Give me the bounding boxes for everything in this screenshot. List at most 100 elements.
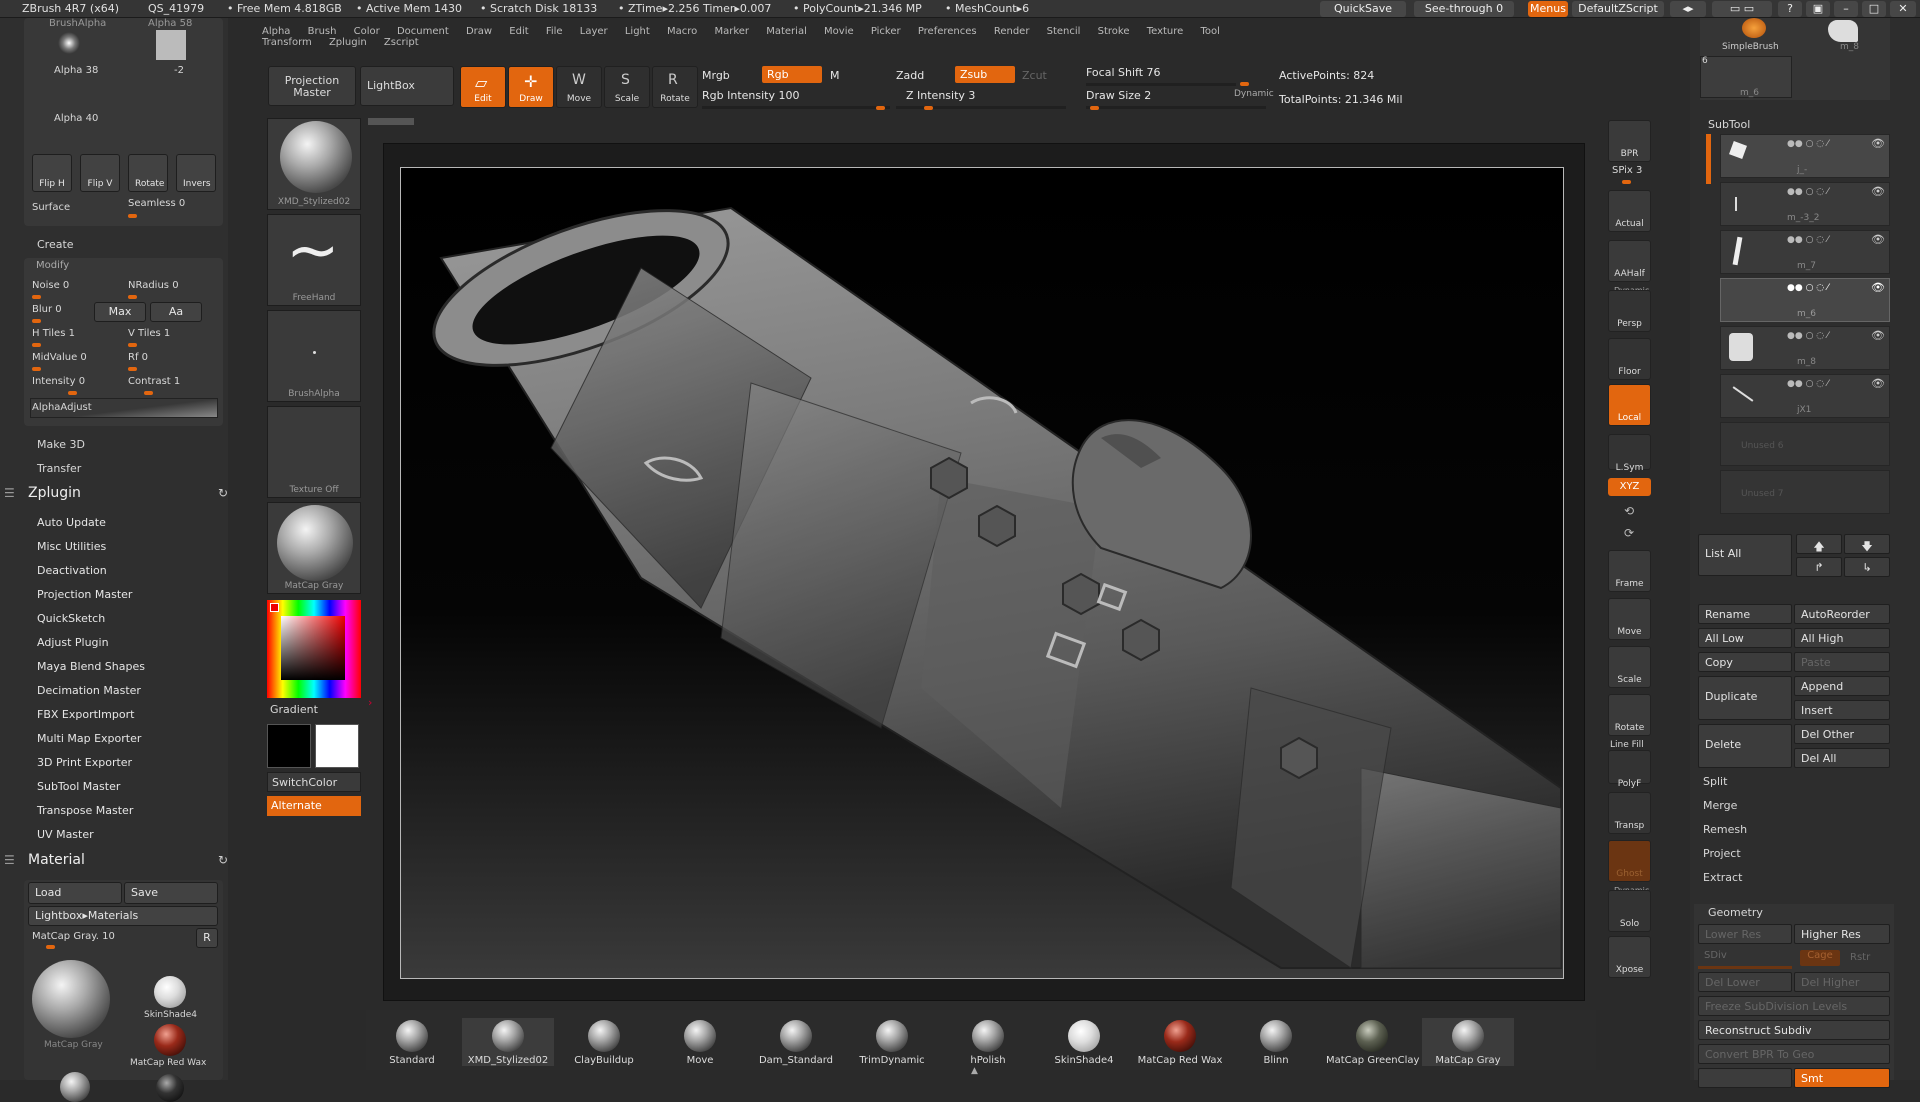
rstr-button[interactable]: Rstr [1850, 952, 1870, 963]
skinshade-thumb[interactable] [154, 976, 186, 1008]
floor-button[interactable]: Floor [1608, 338, 1651, 380]
subtool-row[interactable]: ●● ○ ◌ ⁄ 👁 j_- [1720, 134, 1890, 178]
v-tiles-slider[interactable]: V Tiles 1 [128, 328, 170, 339]
rgb-intensity-track[interactable] [702, 106, 890, 109]
menu-item[interactable]: Light [625, 26, 650, 37]
rgb-intensity-knob[interactable] [876, 106, 885, 110]
autoreorder-button[interactable]: AutoReorder [1794, 604, 1890, 624]
eye-icon[interactable]: 👁 [1871, 377, 1885, 390]
alpha-slot[interactable]: BrushAlpha [267, 310, 361, 402]
shelf-brush-trimdynamic[interactable]: TrimDynamic [846, 1018, 938, 1066]
subtool-row[interactable]: ●● ○ ◌ ⁄ 👁 jX1 [1720, 374, 1890, 418]
zplugin-item[interactable]: Multi Map Exporter [37, 732, 141, 745]
visibility-toggles-icon[interactable]: ●● ○ ◌ ⁄ [1787, 187, 1829, 197]
noise-slider[interactable]: Noise 0 [32, 280, 69, 291]
duplicate-button[interactable]: Duplicate [1698, 676, 1792, 720]
intensity-slider[interactable]: Intensity 0 [32, 376, 85, 387]
menu-item[interactable]: Document [397, 26, 449, 37]
cage-button[interactable]: Cage [1800, 950, 1840, 966]
mrgb-button[interactable]: Mrgb [702, 69, 730, 82]
rf-slider[interactable]: Rf 0 [128, 352, 148, 363]
convert-bpr-button[interactable]: Convert BPR To Geo [1698, 1044, 1890, 1064]
delete-button[interactable]: Delete [1698, 724, 1792, 768]
lock-icon[interactable]: ▣ [1806, 1, 1830, 17]
del-higher-button[interactable]: Del Higher [1794, 972, 1890, 992]
ghost-button[interactable]: Ghost [1608, 840, 1651, 882]
shelf-material-greenclay[interactable]: MatCap GreenClay [1326, 1018, 1419, 1066]
matcap-slider-knob[interactable] [46, 945, 55, 949]
persp-button[interactable]: Persp [1608, 290, 1651, 332]
visibility-toggles-icon[interactable]: ●● ○ ◌ ⁄ [1787, 379, 1829, 389]
actual-button[interactable]: Actual [1608, 190, 1651, 232]
eye-icon[interactable]: 👁 [1871, 329, 1885, 342]
lightbox-materials-button[interactable]: Lightbox▸Materials [28, 906, 218, 926]
subtool-scrollbar[interactable] [1706, 134, 1711, 184]
menu-item[interactable]: Zscript [384, 37, 419, 48]
h-tiles-knob[interactable] [32, 343, 41, 347]
smt-button[interactable]: Smt [1794, 1068, 1890, 1088]
menu-item[interactable]: Color [354, 26, 380, 37]
material-refresh-icon[interactable]: ↻ [218, 853, 228, 867]
del-all-button[interactable]: Del All [1794, 748, 1890, 768]
m8-thumb[interactable] [1828, 20, 1858, 42]
shelf-material-skinshade4[interactable]: SkinShade4 [1038, 1018, 1130, 1066]
draw-size-track[interactable] [1086, 106, 1266, 109]
gradient-toggle[interactable]: Gradient [270, 703, 318, 716]
transfer-button[interactable]: Transfer [37, 462, 81, 475]
arrow-up-right-icon[interactable]: ↱ [1796, 557, 1842, 577]
geometry-header[interactable]: Geometry [1708, 906, 1763, 919]
subtool-row-empty[interactable]: Unused 6 [1720, 422, 1890, 466]
zplugin-item[interactable]: Adjust Plugin [37, 636, 109, 649]
zplugin-item[interactable]: Transpose Master [37, 804, 133, 817]
menu-item[interactable]: Tool [1201, 26, 1220, 37]
matcap-dark-thumb[interactable] [156, 1074, 184, 1102]
zplugin-item[interactable]: Maya Blend Shapes [37, 660, 145, 673]
shelf-brush-claybuildup[interactable]: ClayBuildup [558, 1018, 650, 1066]
rotate-z-icon[interactable]: ⟳ [1624, 526, 1634, 540]
transp-button[interactable]: Transp [1608, 792, 1651, 834]
rename-button[interactable]: Rename [1698, 604, 1792, 624]
zplugin-item[interactable]: Deactivation [37, 564, 107, 577]
color-picker[interactable] [267, 600, 361, 698]
shelf-brush-xmd[interactable]: XMD_Stylized02 [462, 1018, 554, 1066]
shelf-material-matcapgray[interactable]: MatCap Gray [1422, 1018, 1514, 1066]
project-menu[interactable]: Project [1703, 847, 1741, 860]
menu-item[interactable]: Stencil [1047, 26, 1081, 37]
merge-menu[interactable]: Merge [1703, 799, 1737, 812]
rotate-mode-button[interactable]: Rotate R [652, 66, 698, 108]
focal-shift-track[interactable] [1086, 83, 1236, 86]
freeze-subdivision-button[interactable]: Freeze SubDivision Levels [1698, 996, 1890, 1016]
zplugin-item[interactable]: Auto Update [37, 516, 106, 529]
rotate-alpha-button[interactable]: Rotate [128, 154, 168, 192]
bpr-button[interactable]: BPR [1608, 120, 1651, 162]
visibility-toggles-icon[interactable]: ●● ○ ◌ ⁄ [1787, 235, 1829, 245]
interface-layout-icon[interactable]: ▭ ▭ [1712, 1, 1772, 17]
menu-item[interactable]: Zplugin [329, 37, 367, 48]
make-3d-button[interactable]: Make 3D [37, 438, 85, 451]
lsym-button[interactable]: L.Sym [1608, 434, 1651, 473]
sdiv-slider[interactable]: SDiv [1704, 950, 1727, 961]
reconstruct-subdiv-button[interactable]: Reconstruct Subdiv [1698, 1020, 1890, 1040]
copy-button[interactable]: Copy [1698, 652, 1792, 672]
scale-view-button[interactable]: Scale [1608, 646, 1651, 688]
visibility-toggles-icon[interactable]: ●● ○ ◌ ⁄ [1787, 331, 1829, 341]
menu-item[interactable]: Edit [509, 26, 528, 37]
simplebrush-thumb[interactable] [1742, 18, 1766, 38]
insert-button[interactable]: Insert [1794, 700, 1890, 720]
aahalf-button[interactable]: AAHalf [1608, 240, 1651, 282]
seamless-slider[interactable]: Seamless 0 [128, 198, 185, 209]
current-brush-slot[interactable]: XMD_Stylized02 [267, 118, 361, 210]
zsub-button[interactable]: Zsub [955, 66, 1015, 83]
default-zscript-button[interactable]: DefaultZScript [1572, 1, 1664, 17]
dynamic-toggle[interactable]: Dynamic [1234, 89, 1274, 99]
menu-item[interactable]: Preferences [918, 26, 977, 37]
alpha38-thumb[interactable] [58, 32, 80, 54]
material-save-button[interactable]: Save [124, 882, 218, 904]
shelf-material-redwax[interactable]: MatCap Red Wax [1134, 1018, 1226, 1066]
lower-res-button[interactable]: Lower Res [1698, 924, 1792, 944]
subtool-row[interactable]: ●● ○ ◌ ⁄ 👁 m_8 [1720, 326, 1890, 370]
move-view-button[interactable]: Move [1608, 598, 1651, 640]
subtool-row-selected[interactable]: ●● ○ ◌ ⁄ 👁 m_6 [1720, 278, 1890, 322]
projection-master-button[interactable]: Projection Master [268, 66, 356, 106]
texture-slot[interactable]: Texture Off [267, 406, 361, 498]
